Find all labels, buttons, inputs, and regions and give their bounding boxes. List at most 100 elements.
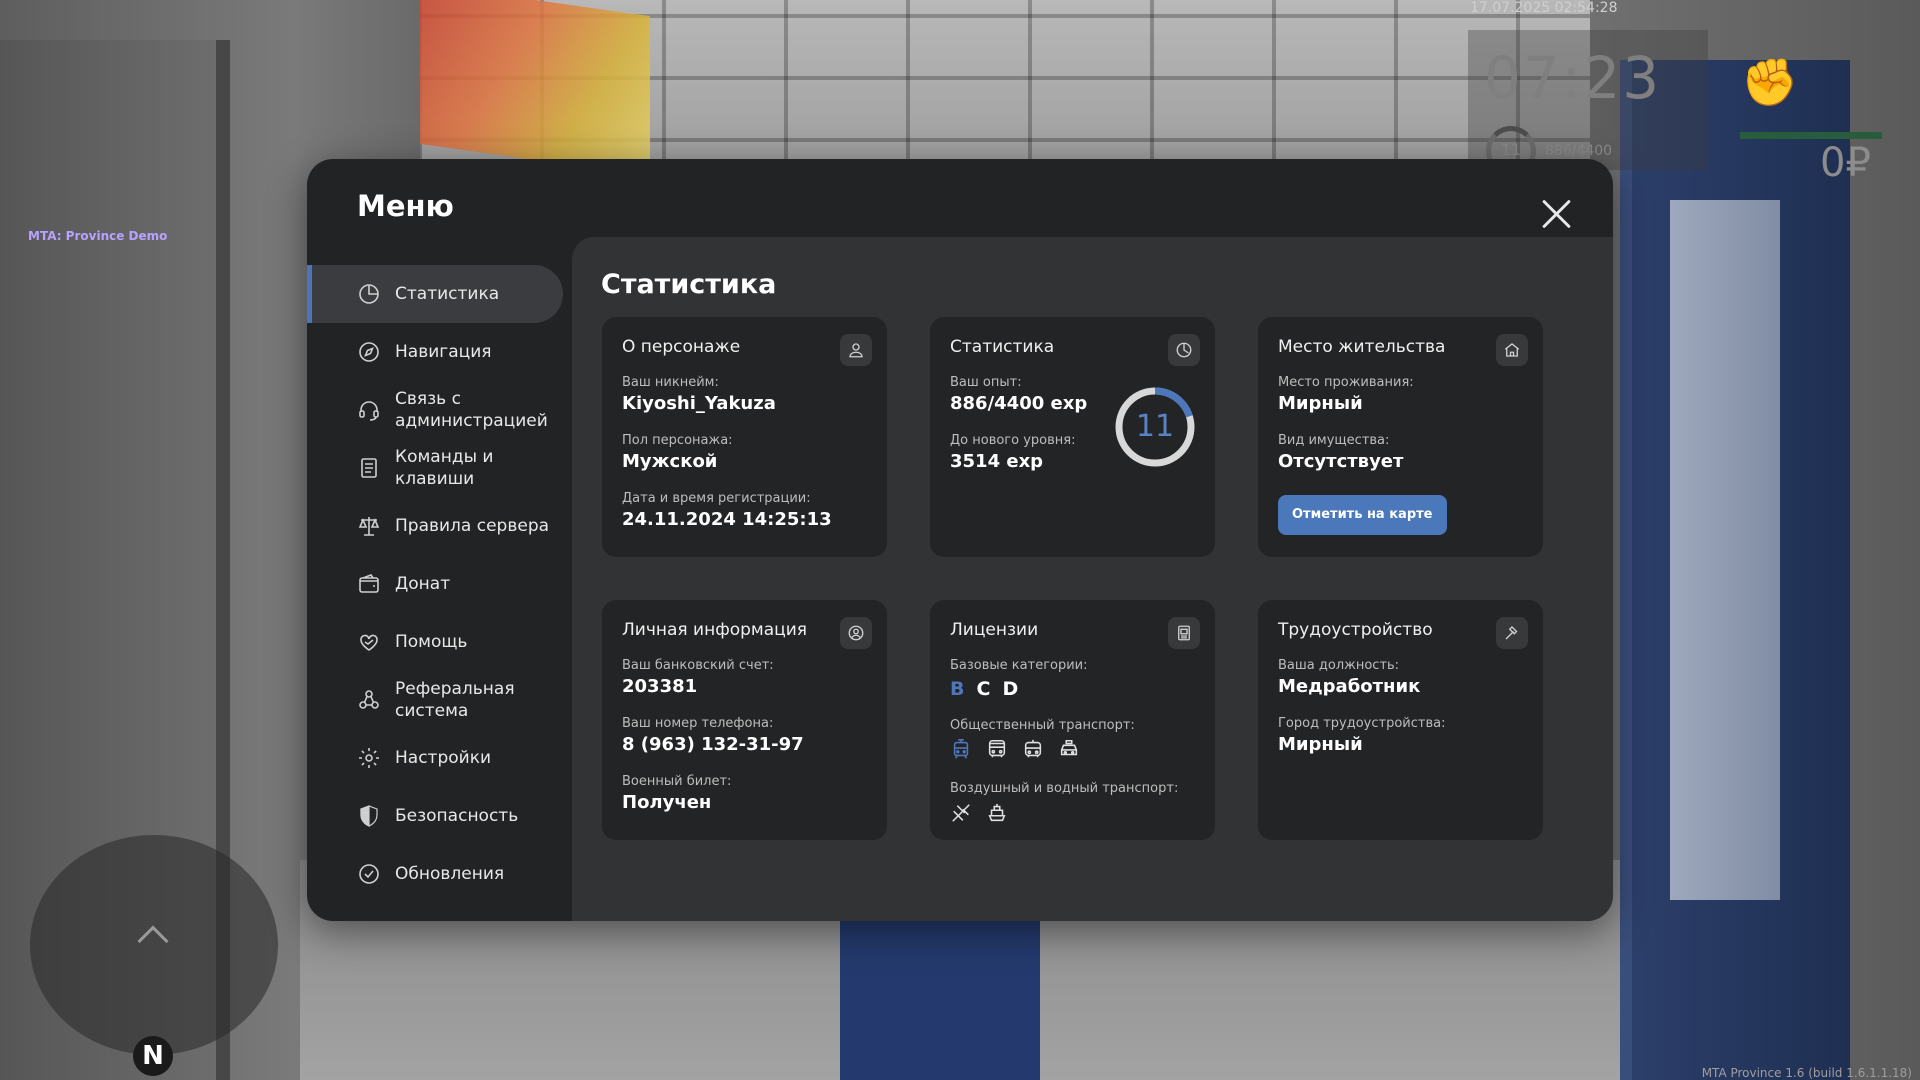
- sidebar-item-label: Правила сервера: [395, 516, 550, 536]
- sidebar-item-updates[interactable]: Обновления: [307, 845, 563, 903]
- sidebar-item-navigation[interactable]: Навигация: [307, 323, 563, 381]
- card-title: Личная информация: [622, 620, 808, 640]
- scales-icon: [357, 514, 381, 538]
- license-category-c: C: [976, 678, 991, 700]
- house-icon: [1496, 334, 1528, 366]
- sidebar-item-label: Связь с администрацией: [395, 389, 548, 431]
- document-list-icon: [357, 456, 381, 480]
- hud-health-bar: [1740, 132, 1882, 139]
- tram-icon: [950, 738, 972, 760]
- menu-title: Меню: [357, 189, 454, 223]
- sidebar-item-referral[interactable]: Реферальная система: [307, 671, 563, 729]
- taxi-icon: [1058, 738, 1080, 760]
- card-employment: Трудоустройство Ваша должность: Медработ…: [1258, 600, 1543, 840]
- job-city-label: Город трудоустройства:: [1278, 716, 1446, 731]
- sidebar-item-donate[interactable]: Донат: [307, 555, 563, 613]
- job-position-label: Ваша должность:: [1278, 658, 1400, 673]
- level-number: 11: [1135, 409, 1175, 444]
- player-character: [840, 900, 1040, 1080]
- public-transport-label: Общественный транспорт:: [950, 718, 1135, 733]
- mark-on-map-button[interactable]: Отметить на карте: [1278, 495, 1447, 535]
- military-id-label: Военный билет:: [622, 774, 732, 789]
- military-id-value: Получен: [622, 792, 712, 813]
- clock-pie-icon: [1168, 334, 1200, 366]
- id-card-icon: [1168, 617, 1200, 649]
- card-title: Лицензии: [950, 620, 1039, 640]
- sidebar-item-commands[interactable]: Команды и клавиши: [307, 439, 563, 497]
- next-level-label: До нового уровня:: [950, 433, 1076, 448]
- card-title: Место жительства: [1278, 337, 1446, 357]
- sidebar-item-help[interactable]: Помощь: [307, 613, 563, 671]
- registration-value: 24.11.2024 14:25:13: [622, 509, 832, 530]
- sidebar-item-label: Навигация: [395, 342, 492, 362]
- right-door: [1620, 60, 1850, 1080]
- job-city-value: Мирный: [1278, 734, 1363, 755]
- gear-icon: [357, 746, 381, 770]
- bank-account-label: Ваш банковский счет:: [622, 658, 774, 673]
- card-title: Статистика: [950, 337, 1055, 357]
- hud-level: 11: [1500, 140, 1522, 159]
- property-type-label: Вид имущества:: [1278, 433, 1390, 448]
- hud-datetime: 17.07.2025 02:54:28: [1470, 0, 1618, 16]
- nickname-value: Kiyoshi_Yakuza: [622, 393, 776, 414]
- gender-value: Мужской: [622, 451, 718, 472]
- sidebar-item-security[interactable]: Безопасность: [307, 787, 563, 845]
- exp-value: 886/4400 exp: [950, 393, 1088, 414]
- pie-chart-icon: [357, 282, 381, 306]
- sidebar-item-label: Помощь: [395, 632, 468, 652]
- card-licenses: Лицензии Базовые категории: B C D Общест…: [930, 600, 1215, 840]
- card-about-character: О персонаже Ваш никнейм: Kiyoshi_Yakuza …: [602, 317, 887, 557]
- exp-label: Ваш опыт:: [950, 375, 1022, 390]
- card-residence: Место жительства Место проживания: Мирны…: [1258, 317, 1543, 557]
- compass-icon: [357, 340, 381, 364]
- card-personal-info: Личная информация Ваш банковский счет: 2…: [602, 600, 887, 840]
- sidebar-item-settings[interactable]: Настройки: [307, 729, 563, 787]
- license-category-b: B: [950, 678, 965, 700]
- sidebar-item-label: Безопасность: [395, 806, 519, 826]
- license-category-d: D: [1002, 678, 1019, 700]
- gender-label: Пол персонажа:: [622, 433, 733, 448]
- air-water-transport-icons: [950, 802, 1008, 824]
- property-type-value: Отсутствует: [1278, 451, 1404, 472]
- heart-hand-icon: [357, 630, 381, 654]
- sidebar-item-admin-contact[interactable]: Связь с администрацией: [307, 381, 563, 439]
- shield-icon: [357, 804, 381, 828]
- phone-value: 8 (963) 132-31-97: [622, 734, 804, 755]
- fist-weapon-icon: ✊: [1741, 55, 1799, 109]
- menu-window: Меню Статистика Навигация Связь с админи…: [307, 159, 1613, 921]
- page-title: Статистика: [601, 269, 777, 300]
- license-categories: B C D: [950, 678, 1018, 700]
- hud-server-name: MTA: Province Demo: [28, 229, 168, 243]
- sidebar-item-rules[interactable]: Правила сервера: [307, 497, 563, 555]
- hud-exp: 886/4400: [1545, 143, 1613, 159]
- hud-build-info: MTA Province 1.6 (build 1.6.1.1.18): [1701, 1066, 1912, 1080]
- check-circle-icon: [357, 862, 381, 886]
- content-panel: Статистика О персонаже Ваш никнейм: Kiyo…: [572, 237, 1613, 921]
- close-button[interactable]: [1539, 197, 1573, 231]
- card-statistics: Статистика Ваш опыт: 886/4400 exp До нов…: [930, 317, 1215, 557]
- sidebar-item-label: Команды и клавиши: [395, 447, 494, 489]
- card-title: О персонаже: [622, 337, 741, 357]
- sidebar-item-label: Статистика: [395, 284, 500, 304]
- sidebar-item-statistics[interactable]: Статистика: [307, 265, 563, 323]
- airplane-icon: [950, 802, 972, 824]
- card-title: Трудоустройство: [1278, 620, 1433, 640]
- user-circle-icon: [840, 617, 872, 649]
- registration-label: Дата и время регистрации:: [622, 491, 811, 506]
- compass-north-icon: N: [133, 1036, 173, 1076]
- hammer-icon: [1496, 617, 1528, 649]
- referral-people-icon: [357, 688, 381, 712]
- user-icon: [840, 334, 872, 366]
- residence-place-label: Место проживания:: [1278, 375, 1414, 390]
- sidebar-item-label: Настройки: [395, 748, 492, 768]
- phone-label: Ваш номер телефона:: [622, 716, 774, 731]
- public-transport-icons: [950, 738, 1080, 760]
- sidebar-item-label: Донат: [395, 574, 451, 594]
- bus-icon: [986, 738, 1008, 760]
- hud-time: 07:23: [1484, 44, 1662, 112]
- wallet-icon: [357, 572, 381, 596]
- sidebar-item-label: Обновления: [395, 864, 505, 884]
- sidebar: Статистика Навигация Связь с администрац…: [307, 265, 563, 903]
- sidebar-item-label: Реферальная система: [395, 679, 515, 721]
- trolleybus-icon: [1022, 738, 1044, 760]
